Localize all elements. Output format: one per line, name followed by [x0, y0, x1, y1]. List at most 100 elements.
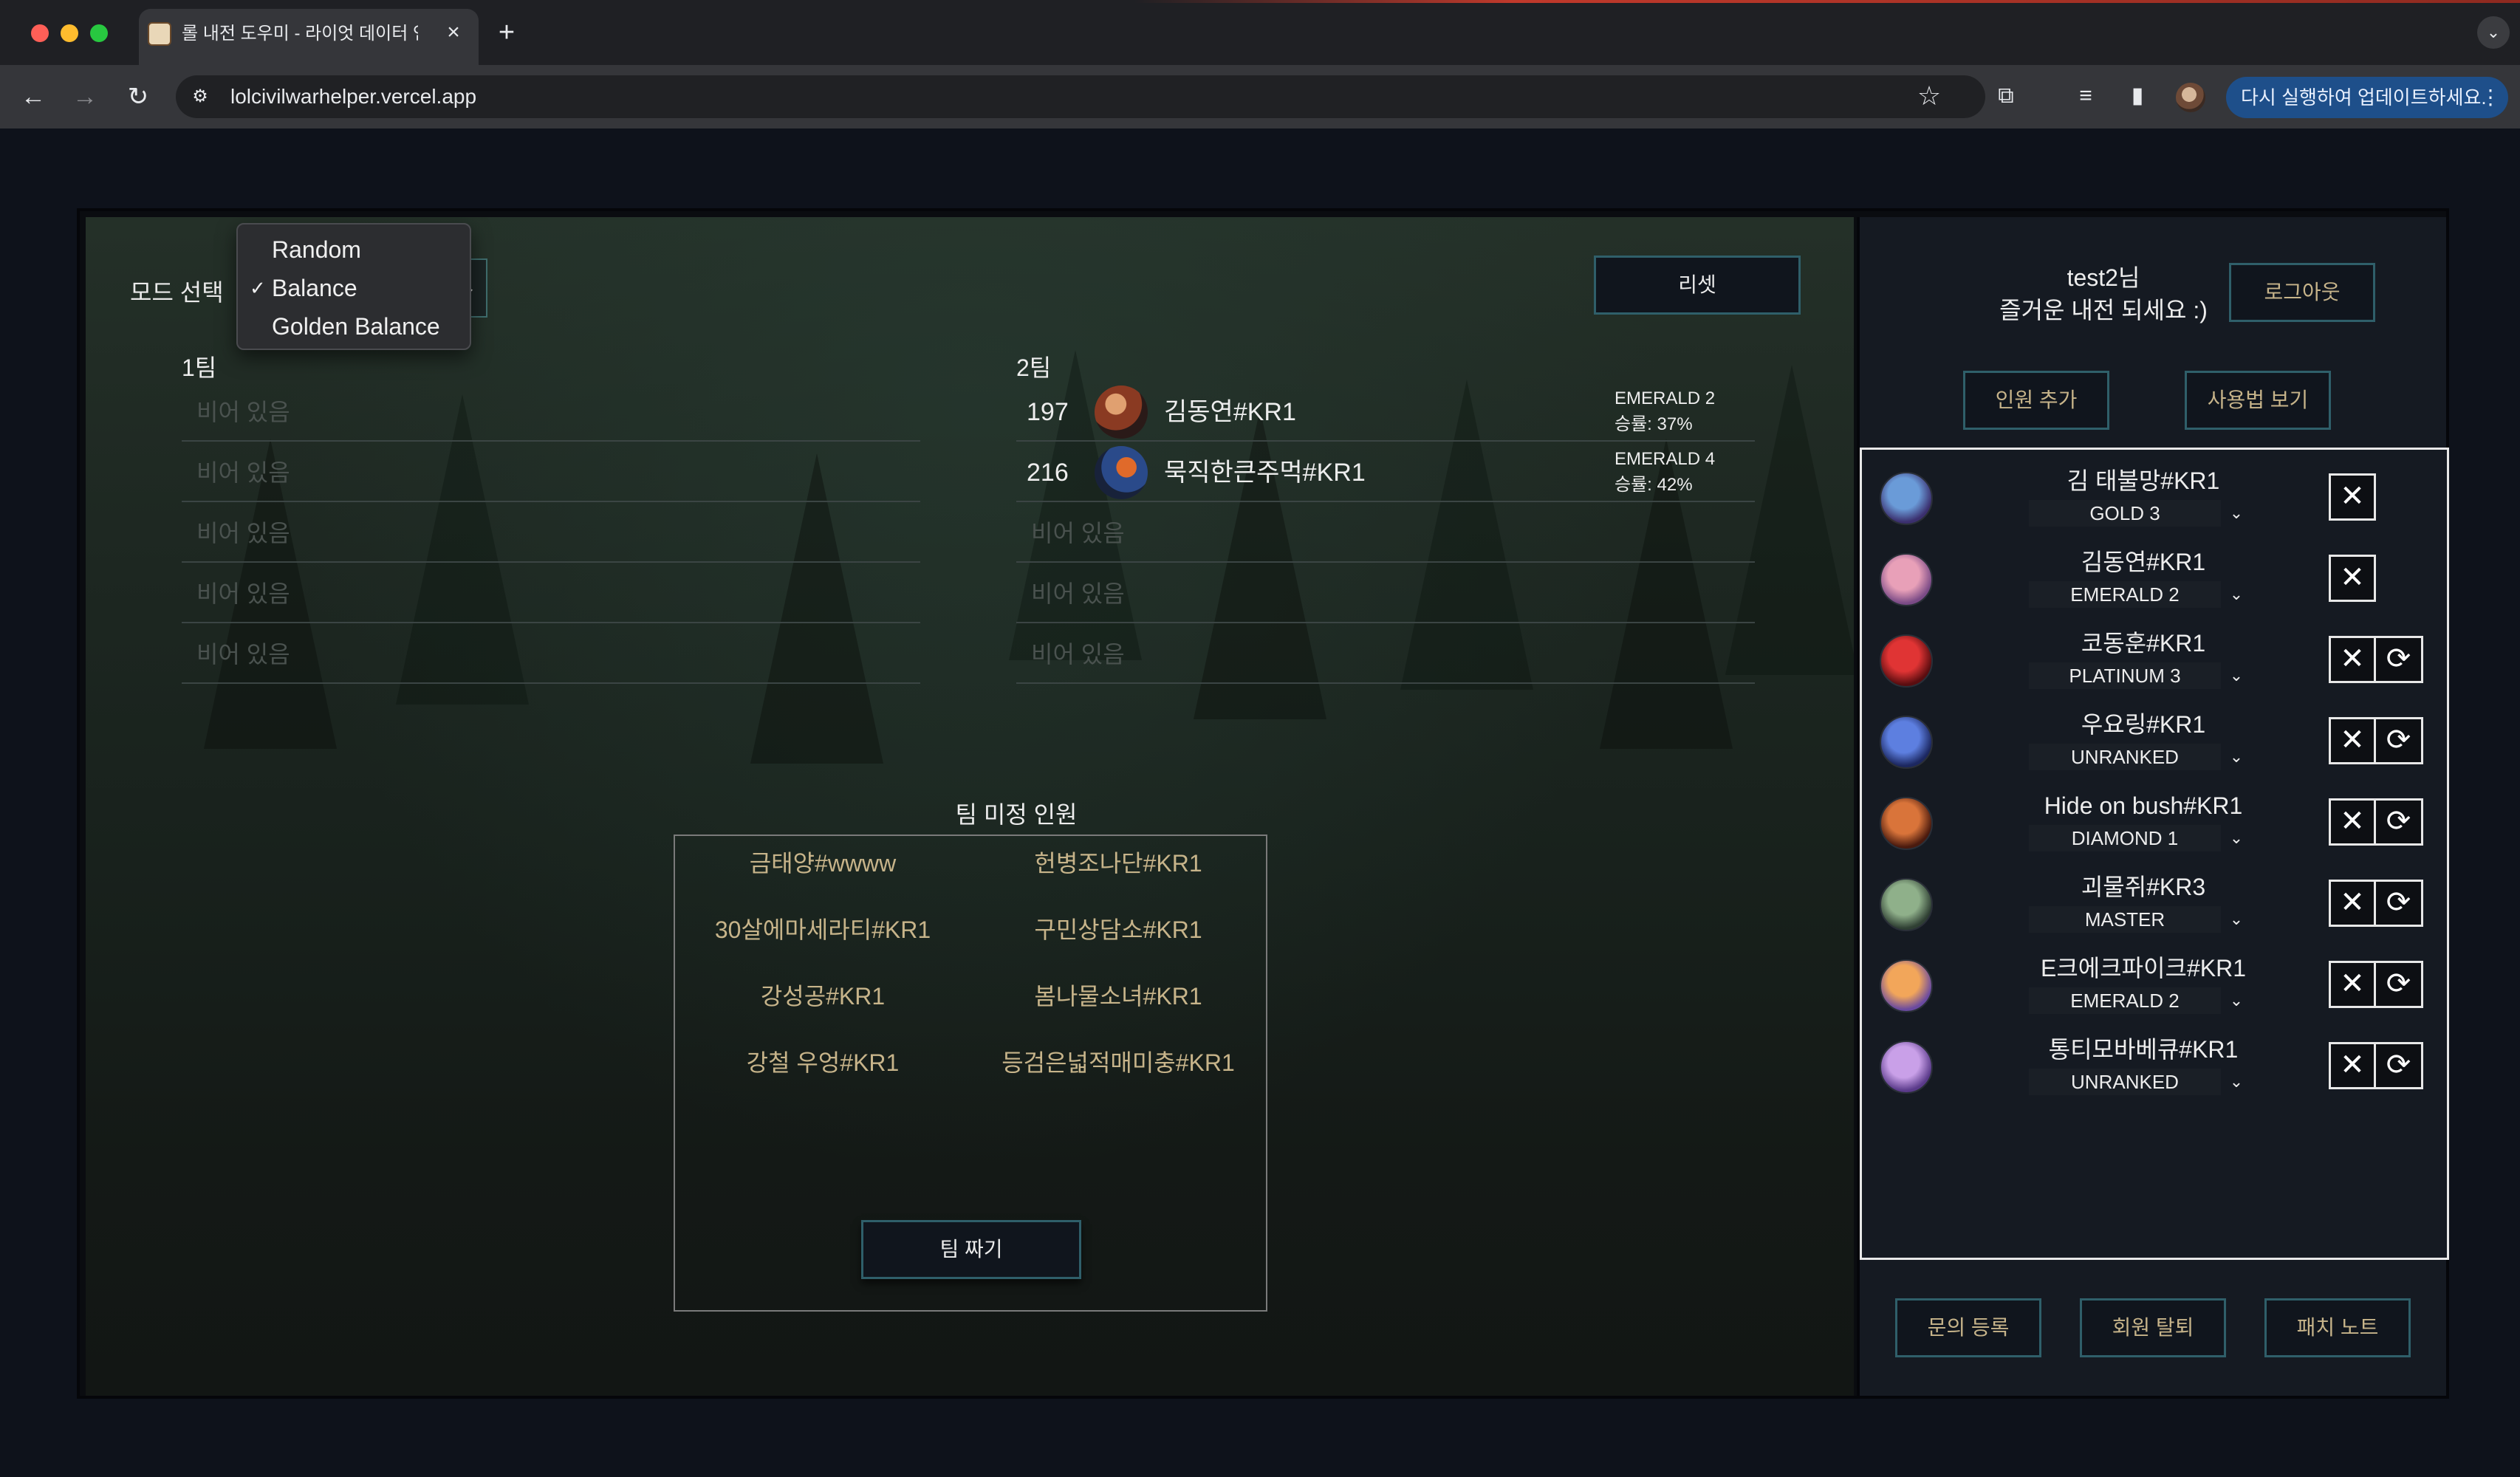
chevron-down-icon[interactable]: ⌄ [2225, 662, 2247, 689]
refresh-member-button[interactable]: ⟳ [2376, 636, 2423, 683]
unassigned-player[interactable]: 구민상담소#KR1 [970, 911, 1266, 948]
member-row[interactable]: Hide on bush#KR1 DIAMOND 1 ⌄ ✕ ⟳ [1874, 784, 2435, 862]
make-team-button[interactable]: 팀 짜기 [861, 1220, 1081, 1279]
account-panel: test2님 즐거운 내전 되세요 :) 로그아웃 인원 추가 사용법 보기 김… [1857, 217, 2449, 1396]
member-row[interactable]: E크에크파이크#KR1 EMERALD 2 ⌄ ✕ ⟳ [1874, 946, 2435, 1024]
team2-player-row[interactable]: 216 묵직한큰주먹#KR1 EMERALD 4 승률: 42% [1016, 442, 1755, 502]
minimize-window-button[interactable] [61, 24, 78, 42]
team2-player-row[interactable]: 197 김동연#KR1 EMERALD 2 승률: 37% [1016, 381, 1755, 442]
mode-dropdown[interactable]: Random ✓ Balance Golden Balance [236, 223, 471, 350]
site-favicon-icon [148, 22, 171, 46]
refresh-member-button[interactable]: ⟳ [2376, 880, 2423, 927]
team2-slot[interactable]: 비어 있음 [1016, 563, 1755, 623]
back-icon[interactable]: ← [16, 80, 50, 114]
mode-option-label: Random [272, 236, 361, 263]
unassigned-player[interactable]: 30살에마세라티#KR1 [675, 911, 970, 948]
remove-member-button[interactable]: ✕ [2329, 636, 2376, 683]
refresh-member-button[interactable]: ⟳ [2376, 961, 2423, 1008]
member-tier-select[interactable]: EMERALD 2 [2029, 987, 2221, 1014]
side-panel-icon[interactable]: ▮ [2123, 81, 2152, 111]
remove-member-button[interactable]: ✕ [2329, 880, 2376, 927]
member-tier-select[interactable]: UNRANKED [2029, 744, 2221, 770]
team1-slot[interactable]: 비어 있음 [182, 502, 920, 563]
player-name: 묵직한큰주먹#KR1 [1164, 459, 1366, 487]
patch-notes-button[interactable]: 패치 노트 [2264, 1298, 2411, 1357]
withdraw-button[interactable]: 회원 탈퇴 [2080, 1298, 2226, 1357]
champion-avatar [1880, 959, 1933, 1012]
unassigned-player[interactable]: 금태양#wwww [675, 845, 970, 882]
remove-member-button[interactable]: ✕ [2329, 717, 2376, 764]
close-window-button[interactable] [31, 24, 49, 42]
member-row[interactable]: 우요링#KR1 UNRANKED ⌄ ✕ ⟳ [1874, 702, 2435, 781]
refresh-member-button[interactable]: ⟳ [2376, 717, 2423, 764]
mode-option-label: Balance [272, 275, 357, 301]
extensions-icon[interactable]: ⧉ [1991, 81, 2021, 111]
member-row[interactable]: 통티모바베큐#KR1 UNRANKED ⌄ ✕ ⟳ [1874, 1027, 2435, 1106]
bookmark-star-icon[interactable]: ☆ [1913, 80, 1945, 112]
empty-slot-text: 비어 있음 [1031, 641, 1125, 668]
team2-slot[interactable]: 비어 있음 [1016, 502, 1755, 563]
add-member-button[interactable]: 인원 추가 [1963, 371, 2109, 430]
refresh-member-button[interactable]: ⟳ [2376, 1042, 2423, 1089]
profile-avatar[interactable] [2176, 83, 2205, 112]
update-button[interactable]: 다시 실행하여 업데이트하세요. ⋮ [2226, 77, 2508, 118]
member-tier-select[interactable]: EMERALD 2 [2029, 581, 2221, 608]
mode-option-balance[interactable]: ✓ Balance [238, 269, 471, 307]
unassigned-player[interactable]: 헌병조나단#KR1 [970, 845, 1266, 882]
unassigned-player[interactable]: 강철 우엉#KR1 [675, 1044, 970, 1081]
remove-member-button[interactable]: ✕ [2329, 1042, 2376, 1089]
reading-mode-icon[interactable]: ≡ [2071, 81, 2100, 111]
mode-option-random[interactable]: Random [238, 230, 471, 269]
browser-menu-icon[interactable]: ⋮ [2480, 84, 2501, 111]
team1-slot[interactable]: 비어 있음 [182, 442, 920, 502]
chevron-down-icon[interactable]: ⌄ [2225, 500, 2247, 527]
chevron-down-icon[interactable]: ⌄ [2225, 987, 2247, 1014]
address-url[interactable]: lolcivilwarhelper.vercel.app [230, 83, 821, 111]
refresh-member-button[interactable]: ⟳ [2376, 798, 2423, 846]
team1-slot[interactable]: 비어 있음 [182, 623, 920, 684]
champion-avatar [1095, 385, 1148, 439]
chevron-down-icon[interactable]: ⌄ [2225, 825, 2247, 851]
team1-slot[interactable]: 비어 있음 [182, 381, 920, 442]
zoom-window-button[interactable] [90, 24, 108, 42]
team2-slot[interactable]: 비어 있음 [1016, 623, 1755, 684]
chevron-down-icon[interactable]: ⌄ [2225, 906, 2247, 933]
member-row[interactable]: 코동훈#KR1 PLATINUM 3 ⌄ ✕ ⟳ [1874, 621, 2435, 699]
tab-close-icon[interactable]: × [440, 19, 467, 46]
window-accent-line [0, 0, 2520, 3]
remove-member-button[interactable]: ✕ [2329, 555, 2376, 602]
member-tier-select[interactable]: GOLD 3 [2029, 500, 2221, 527]
remove-member-button[interactable]: ✕ [2329, 473, 2376, 521]
mode-option-golden-balance[interactable]: Golden Balance [238, 307, 471, 346]
chevron-down-icon[interactable]: ⌄ [2225, 1069, 2247, 1095]
inquiry-button[interactable]: 문의 등록 [1895, 1298, 2041, 1357]
remove-member-button[interactable]: ✕ [2329, 961, 2376, 1008]
member-row[interactable]: 괴물쥐#KR3 MASTER ⌄ ✕ ⟳ [1874, 865, 2435, 943]
reset-button[interactable]: 리셋 [1594, 256, 1801, 315]
member-tier-select[interactable]: PLATINUM 3 [2029, 662, 2221, 689]
mode-label: 모드 선택 [130, 279, 224, 306]
howto-button[interactable]: 사용법 보기 [2185, 371, 2331, 430]
member-row[interactable]: 김 태불망#KR1 GOLD 3 ⌄ ✕ [1874, 459, 2435, 537]
new-tab-button[interactable]: + [490, 16, 523, 49]
empty-slot-text: 비어 있음 [196, 399, 290, 425]
site-settings-icon[interactable]: ⚙ [189, 86, 211, 108]
unassigned-player[interactable]: 등검은넓적매미충#KR1 [970, 1044, 1266, 1081]
player-mmr: 216 [1027, 459, 1069, 487]
chevron-down-icon[interactable]: ⌄ [2225, 744, 2247, 770]
unassigned-player[interactable]: 강성공#KR1 [675, 978, 970, 1015]
logout-button[interactable]: 로그아웃 [2229, 263, 2375, 322]
unassigned-player[interactable]: 봄나물소녀#KR1 [970, 978, 1266, 1015]
member-tier-select[interactable]: MASTER [2029, 906, 2221, 933]
reload-icon[interactable]: ↻ [121, 80, 155, 114]
address-bar[interactable]: ⚙ lolcivilwarhelper.vercel.app [176, 75, 1985, 118]
tab-search-button[interactable]: ⌄ [2477, 16, 2510, 49]
browser-tab[interactable]: 롤 내전 도우미 - 라이엇 데이터 연동 × [139, 9, 479, 65]
member-tier-select[interactable]: DIAMOND 1 [2029, 825, 2221, 851]
remove-member-button[interactable]: ✕ [2329, 798, 2376, 846]
chevron-down-icon[interactable]: ⌄ [2225, 581, 2247, 608]
team1-slot[interactable]: 비어 있음 [182, 563, 920, 623]
member-row[interactable]: 김동연#KR1 EMERALD 2 ⌄ ✕ [1874, 540, 2435, 618]
forward-icon[interactable]: → [68, 80, 102, 114]
member-tier-select[interactable]: UNRANKED [2029, 1069, 2221, 1095]
